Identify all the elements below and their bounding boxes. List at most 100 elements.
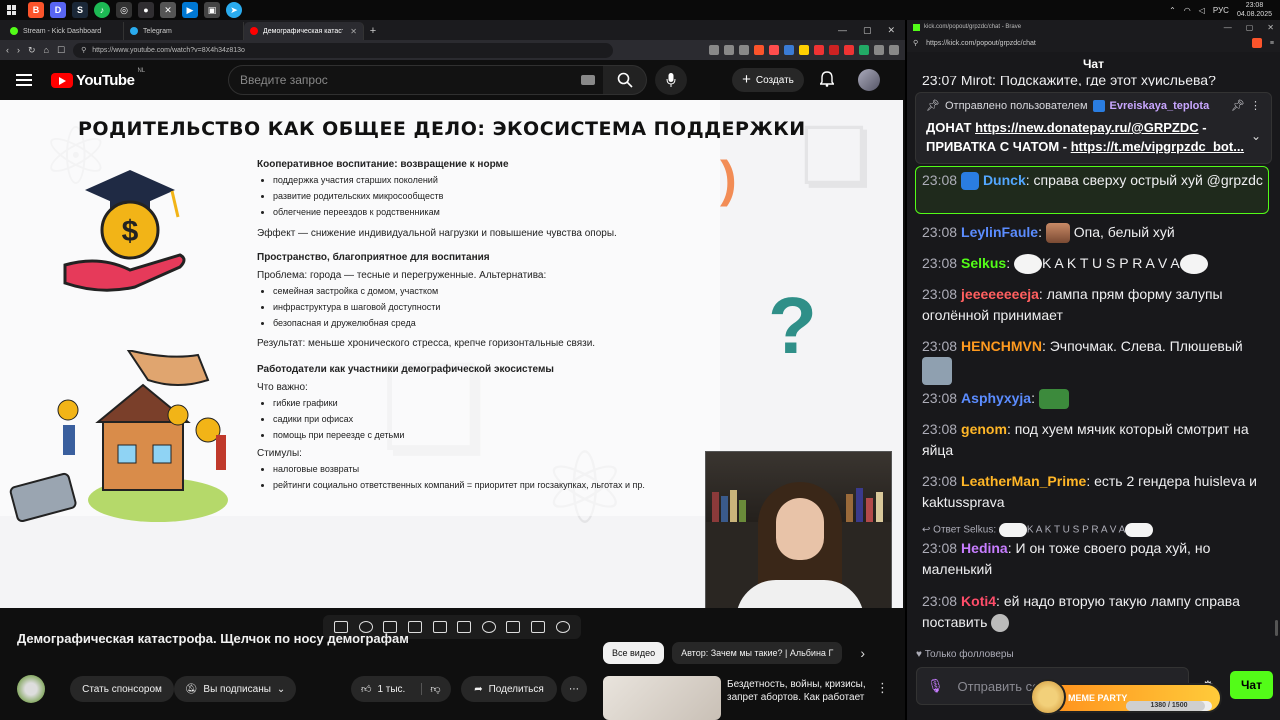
tab-close-icon[interactable]: ✕ [350,27,357,36]
tab-kick-dashboard[interactable]: Stream - Kick Dashboard [4,22,124,40]
extension-icon[interactable] [814,45,824,55]
send-chat-button[interactable]: Чат [1230,671,1273,699]
tab-youtube[interactable]: Демографическая катастрофа ✕ [244,22,364,40]
keyboard-icon[interactable] [581,75,595,85]
voice-search-button[interactable] [655,65,687,95]
star-icon[interactable] [739,45,749,55]
picture-in-picture-icon[interactable] [432,621,447,633]
reply-context[interactable]: ↩ Ответ Selkus: K A K T U S P R A V A [922,523,1154,537]
menu-icon[interactable] [889,45,899,55]
username[interactable]: HENCHMVN [961,338,1042,354]
search-input[interactable]: Введите запрос [228,65,604,95]
unpin-icon[interactable]: 📌︎ [1231,99,1245,112]
menu-icon[interactable]: ≡ [1270,40,1274,47]
chevron-down-icon[interactable]: ⌄ [1251,129,1261,143]
back-icon[interactable]: ‹ [6,45,9,55]
chip-author[interactable]: Автор: Зачем мы такие? | Альбина Г [672,642,843,664]
notifications-bell-icon[interactable] [819,71,835,92]
youtube-logo[interactable]: YouTube NL [51,68,145,89]
start-button[interactable] [0,0,24,20]
create-button[interactable]: + Создать [732,68,804,92]
username[interactable]: Hedina [961,540,1008,556]
username[interactable]: LeylinFaule [961,224,1038,240]
reload-icon[interactable]: ↻ [28,45,36,56]
username[interactable]: Koti4 [961,593,996,609]
recommendation-title[interactable]: Бездетность, войны, кризисы, запрет абор… [727,678,872,704]
extension-icon[interactable] [784,45,794,55]
home-icon[interactable]: ⌂ [44,45,49,55]
more-vertical-icon[interactable]: ⋮ [876,680,889,696]
brave-shield-icon[interactable] [754,45,764,55]
sponsor-button[interactable]: Стать спонсором [70,676,174,702]
brave-icon[interactable]: B [28,2,44,18]
bookmark-icon[interactable]: ☐ [57,45,65,56]
username[interactable]: Selkus [961,255,1006,271]
obs-icon[interactable]: ● [138,2,154,18]
channel-avatar[interactable] [17,675,45,703]
tray-chevron-icon[interactable]: ⌃ [1169,6,1176,15]
telegram-link[interactable]: https://t.me/vipgrpzdc_bot... [1071,139,1244,154]
language-indicator[interactable]: РУС [1213,6,1229,15]
chrome-icon[interactable]: ◎ [116,2,132,18]
username[interactable]: Asphyxyja [961,390,1031,406]
app-icon[interactable]: ✕ [160,2,176,18]
microphone-icon[interactable]: 🎙︎ [927,678,944,694]
cinema-icon[interactable] [408,621,423,633]
forward-icon[interactable]: › [17,45,20,55]
username[interactable]: jeeeeeeeeja [961,286,1039,302]
store-icon[interactable]: ▶ [182,2,198,18]
chip-all-videos[interactable]: Все видео [603,642,665,664]
zoom-icon[interactable] [724,45,734,55]
site-info-icon[interactable]: ⚲ [81,46,86,54]
clock[interactable]: 23:08 04.08.2025 [1237,1,1272,19]
more-actions-button[interactable]: ⋯ [561,676,587,702]
new-tab-button[interactable]: + [364,22,382,40]
share-button[interactable]: ➦ Поделиться [461,676,557,702]
minimize-icon[interactable]: — [1224,23,1232,32]
spotify-icon[interactable]: ♪ [94,2,110,18]
chat-scrollbar[interactable] [1275,620,1278,636]
dislike-icon[interactable]: 👎︎ [421,683,441,695]
hamburger-menu-icon[interactable] [16,74,32,86]
extension-icon[interactable] [829,45,839,55]
network-icon[interactable]: ◠ [1184,6,1191,15]
steam-icon[interactable]: S [72,2,88,18]
chevron-right-icon[interactable]: › [860,645,865,661]
discord-icon[interactable]: D [50,2,66,18]
telegram-icon[interactable]: ➤ [226,2,242,18]
donate-link[interactable]: https://new.donatepay.ru/@GRPZDC [975,120,1199,135]
maximize-icon[interactable]: ▢ [863,25,872,36]
screenshot-icon[interactable] [531,621,546,633]
maximize-icon[interactable]: ▢ [1246,23,1254,32]
extension-icon[interactable] [769,45,779,55]
add-icon[interactable] [506,621,521,633]
settings-gear-icon[interactable] [555,621,570,633]
more-vertical-icon[interactable]: ⋮ [1250,99,1261,112]
url-field[interactable]: ⚲ https://www.youtube.com/watch?v=8X4h34… [73,42,614,58]
site-info-icon[interactable]: ⚲ [913,39,918,47]
username[interactable]: LeatherMan_Prime [961,473,1086,489]
subscribed-button[interactable]: 🔕︎ Вы подписаны ⌄ [174,676,296,702]
tab-telegram[interactable]: Telegram [124,22,244,40]
username[interactable]: Dunck [983,172,1026,188]
like-icon[interactable]: 👍︎ [361,683,371,695]
account-avatar[interactable] [858,69,880,91]
video-player[interactable]: ⚛ ❏ ⚛ ❏ РОДИТЕЛЬСТВО КАК ОБЩЕЕ ДЕЛО: ЭКО… [0,100,903,608]
brave-shield-icon[interactable] [1251,38,1262,48]
recommendation-thumbnail[interactable] [603,676,721,720]
close-icon[interactable]: ✕ [1267,23,1274,32]
extension-icon[interactable] [859,45,869,55]
subtitles-icon[interactable] [457,621,472,633]
like-count[interactable]: 1 тыс. [377,684,405,695]
speed-icon[interactable] [481,621,496,633]
username[interactable]: genom [961,421,1007,437]
extension-icon[interactable] [799,45,809,55]
minimize-icon[interactable]: — [838,25,847,36]
explorer-icon[interactable]: ▣ [204,2,220,18]
share-icon[interactable] [709,45,719,55]
extensions-puzzle-icon[interactable] [874,45,884,55]
extension-icon[interactable] [844,45,854,55]
close-icon[interactable]: ✕ [887,25,895,36]
url-text[interactable]: https://kick.com/popout/grpzdc/chat [926,40,1036,47]
volume-icon[interactable]: ◁ [1199,6,1205,15]
